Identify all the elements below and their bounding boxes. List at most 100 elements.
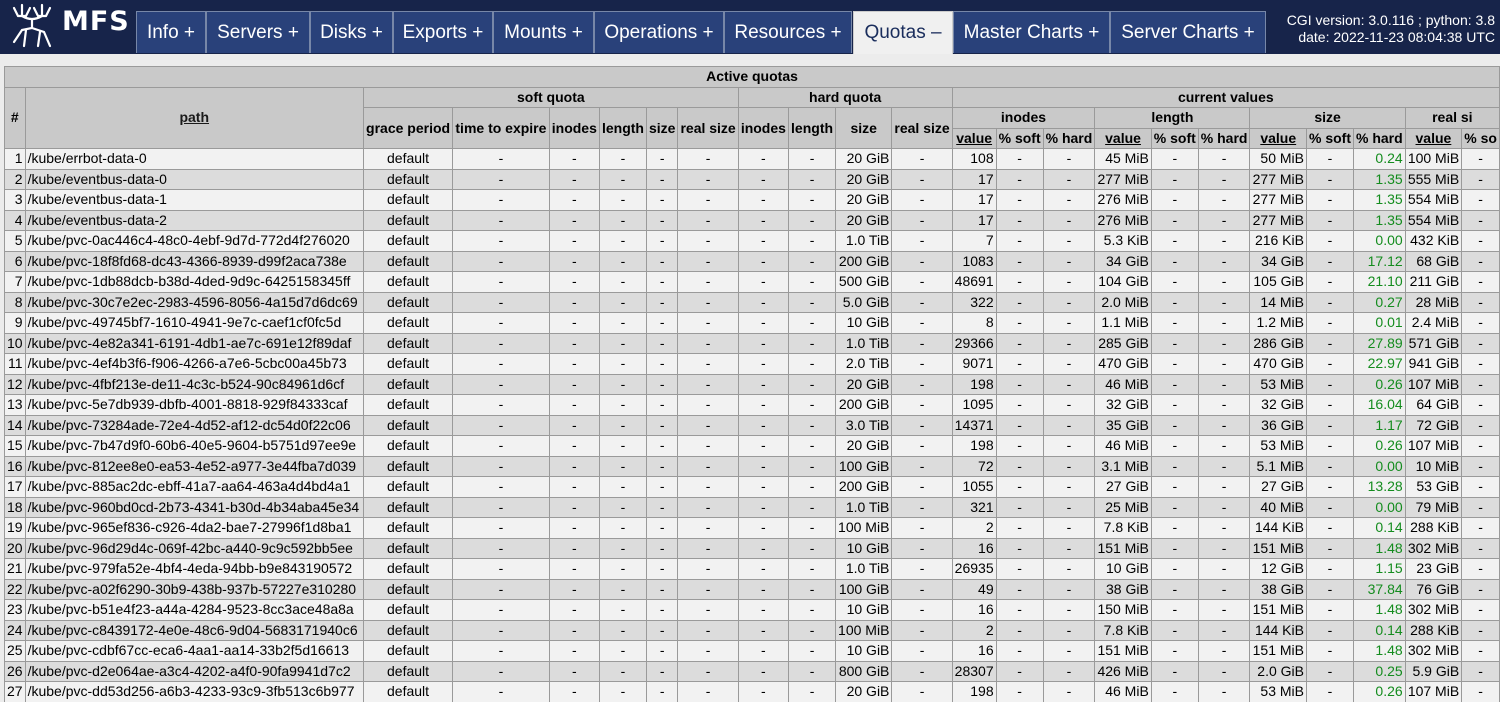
- hard-length: -: [788, 435, 837, 457]
- tab-resources[interactable]: Resources +: [724, 11, 852, 53]
- current-sub-header[interactable]: % soft: [995, 127, 1044, 149]
- row-index: 9: [4, 312, 26, 334]
- real-size-value: 100 MiB: [1404, 148, 1463, 170]
- size-pct-soft: -: [1305, 496, 1354, 518]
- time-to-expire: -: [452, 209, 550, 231]
- date-text: date: 2022-11-23 08:04:38 UTC: [1298, 29, 1495, 45]
- tab-quotas[interactable]: Quotas –: [853, 11, 953, 55]
- length-pct-soft: -: [1150, 312, 1199, 334]
- time-to-expire: -: [452, 394, 550, 416]
- hard-size: 20 GiB: [835, 209, 893, 231]
- soft-real-size: -: [677, 373, 739, 395]
- inodes-value: 321: [951, 496, 997, 518]
- tab-servers[interactable]: Servers +: [206, 11, 310, 53]
- tab-info[interactable]: Info +: [136, 11, 206, 53]
- soft-size: -: [645, 291, 679, 313]
- col-path-header[interactable]: path: [24, 86, 364, 149]
- mfs-logo[interactable]: MFS: [4, 2, 129, 48]
- real-size-pct-soft: -: [1461, 476, 1500, 498]
- current-sub-header[interactable]: value: [1094, 127, 1152, 149]
- tab-exports[interactable]: Exports +: [393, 11, 493, 53]
- size-value: 5.1 MiB: [1249, 455, 1307, 477]
- current-sub-header[interactable]: % hard: [1352, 127, 1406, 149]
- row-index: 4: [4, 209, 26, 231]
- size-pct-hard: 1.35: [1352, 189, 1406, 211]
- soft-size: -: [645, 373, 679, 395]
- soft-real-size: -: [677, 537, 739, 559]
- current-sub-header[interactable]: value: [1404, 127, 1463, 149]
- inodes-value: 29366: [951, 332, 997, 354]
- inodes-pct-hard: -: [1042, 189, 1096, 211]
- inodes-value: 17: [951, 168, 997, 190]
- grace-period: default: [362, 496, 454, 518]
- current-sub-header[interactable]: % so: [1461, 127, 1500, 149]
- hard-real-size: -: [891, 373, 953, 395]
- real-size-value: 554 MiB: [1404, 209, 1463, 231]
- length-pct-soft: -: [1150, 681, 1199, 702]
- hard-length: -: [788, 250, 837, 272]
- current-sub-header[interactable]: % soft: [1305, 127, 1354, 149]
- length-value: 10 GiB: [1094, 558, 1152, 580]
- hard-col-header: real size: [891, 107, 953, 149]
- hard-size: 10 GiB: [835, 599, 893, 621]
- soft-length: -: [598, 312, 647, 334]
- time-to-expire: -: [452, 640, 550, 662]
- hard-inodes: -: [737, 517, 790, 539]
- size-value: 151 MiB: [1249, 599, 1307, 621]
- quota-path: /kube/pvc-5e7db939-dbfb-4001-8818-929f84…: [24, 394, 364, 416]
- soft-length: -: [598, 455, 647, 477]
- hard-size: 200 GiB: [835, 394, 893, 416]
- tab-disks[interactable]: Disks +: [310, 11, 393, 53]
- real-size-pct-soft: -: [1461, 250, 1500, 272]
- quota-path: /kube/pvc-960bd0cd-2b73-4341-b30d-4b34ab…: [24, 496, 364, 518]
- real-size-value: 76 GiB: [1404, 578, 1463, 600]
- table-row: 12/kube/pvc-4fbf213e-de11-4c3c-b524-90c8…: [4, 373, 1500, 395]
- length-value: 35 GiB: [1094, 414, 1152, 436]
- size-pct-hard: 0.27: [1352, 291, 1406, 313]
- length-value: 34 GiB: [1094, 250, 1152, 272]
- tab-mounts[interactable]: Mounts +: [493, 11, 594, 53]
- inodes-pct-soft: -: [995, 394, 1044, 416]
- hard-real-size: -: [891, 455, 953, 477]
- tab-operations[interactable]: Operations +: [594, 11, 724, 53]
- size-pct-soft: -: [1305, 394, 1354, 416]
- current-sub-header[interactable]: value: [951, 127, 997, 149]
- hard-inodes: -: [737, 640, 790, 662]
- length-pct-soft: -: [1150, 373, 1199, 395]
- current-sub-header[interactable]: % hard: [1042, 127, 1096, 149]
- time-to-expire: -: [452, 353, 550, 375]
- tab-master-charts[interactable]: Master Charts +: [953, 11, 1110, 53]
- length-pct-soft: -: [1150, 209, 1199, 231]
- table-row: 22/kube/pvc-a02f6290-30b9-438b-937b-5722…: [4, 578, 1500, 600]
- length-pct-hard: -: [1197, 640, 1251, 662]
- soft-real-size: -: [677, 168, 739, 190]
- soft-real-size: -: [677, 414, 739, 436]
- size-pct-soft: -: [1305, 168, 1354, 190]
- hard-length: -: [788, 271, 837, 293]
- row-index: 6: [4, 250, 26, 272]
- inodes-pct-soft: -: [995, 476, 1044, 498]
- inodes-pct-hard: -: [1042, 619, 1096, 641]
- sort-by-path-link[interactable]: path: [179, 109, 209, 125]
- size-pct-soft: -: [1305, 435, 1354, 457]
- hard-length: -: [788, 558, 837, 580]
- current-sub-header[interactable]: % soft: [1150, 127, 1199, 149]
- soft-inodes: -: [548, 414, 600, 436]
- tab-server-charts[interactable]: Server Charts +: [1110, 11, 1266, 53]
- cgi-version-text: CGI version: 3.0.116 ; python: 3.8: [1286, 12, 1495, 28]
- grace-period: default: [362, 353, 454, 375]
- hard-length: -: [788, 312, 837, 334]
- hard-inodes: -: [737, 250, 790, 272]
- real-size-value: 107 MiB: [1404, 373, 1463, 395]
- current-sub-header[interactable]: value: [1249, 127, 1307, 149]
- inodes-value: 1083: [951, 250, 997, 272]
- size-value: 50 MiB: [1249, 148, 1307, 170]
- time-to-expire: -: [452, 230, 550, 252]
- real-size-value: 72 GiB: [1404, 414, 1463, 436]
- soft-inodes: -: [548, 517, 600, 539]
- size-value: 1.2 MiB: [1249, 312, 1307, 334]
- hard-size: 500 GiB: [835, 271, 893, 293]
- hard-size: 3.0 TiB: [835, 414, 893, 436]
- current-sub-header[interactable]: % hard: [1197, 127, 1251, 149]
- size-pct-soft: -: [1305, 332, 1354, 354]
